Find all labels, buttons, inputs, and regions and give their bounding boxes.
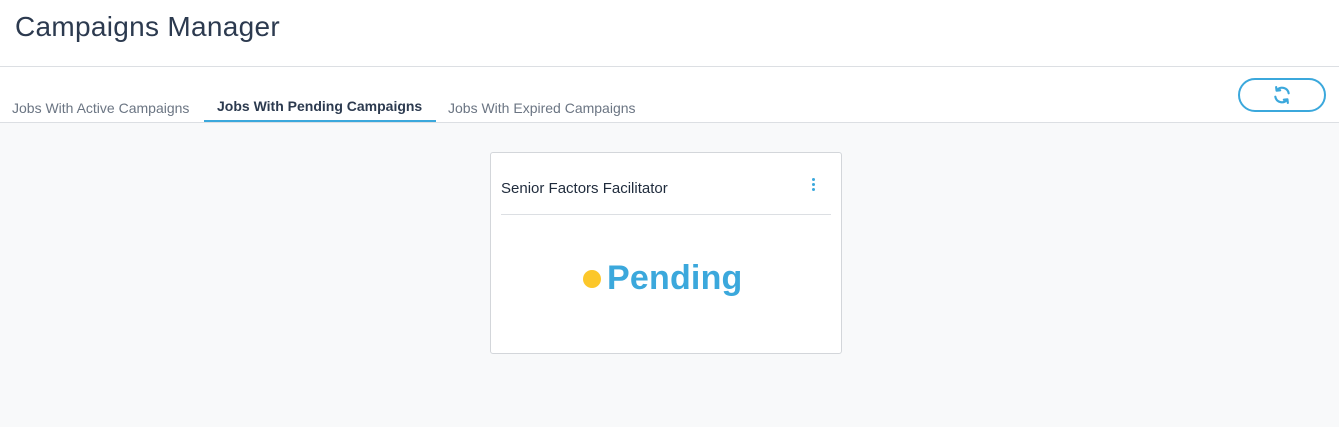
status-label: Pending <box>607 259 743 297</box>
menu-dot <box>811 187 815 191</box>
campaigns-manager-page: Campaigns Manager Jobs With Active Campa… <box>0 0 1339 427</box>
card-title: Senior Factors Facilitator <box>501 180 668 197</box>
tab-bar: Jobs With Active Campaigns Jobs With Pen… <box>0 67 1339 123</box>
page-title: Campaigns Manager <box>15 11 281 42</box>
more-vertical-icon[interactable] <box>805 175 821 193</box>
tab-pending-campaigns[interactable]: Jobs With Pending Campaigns <box>204 98 436 122</box>
status-indicator: Pending <box>583 259 743 298</box>
menu-dot <box>811 182 815 186</box>
refresh-icon <box>1274 86 1290 104</box>
page-header: Campaigns Manager <box>0 0 1339 67</box>
menu-dot <box>811 177 815 181</box>
tab-active-campaigns[interactable]: Jobs With Active Campaigns <box>12 100 189 124</box>
refresh-button[interactable] <box>1238 78 1326 112</box>
pending-status-dot-icon <box>583 269 601 288</box>
card-divider <box>501 214 831 215</box>
campaign-card[interactable]: Senior Factors Facilitator Pending <box>490 152 842 354</box>
tab-expired-campaigns[interactable]: Jobs With Expired Campaigns <box>448 100 636 124</box>
